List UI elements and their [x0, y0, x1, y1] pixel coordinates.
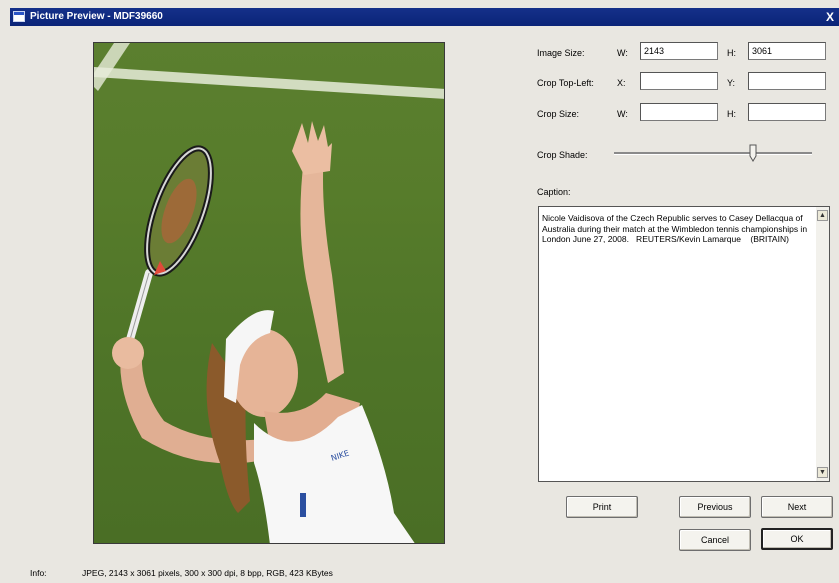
crop-shade-label: Crop Shade: — [537, 150, 588, 160]
caption-scrollbar[interactable]: ▲ ▼ — [816, 207, 829, 481]
image-height-field[interactable]: 3061 — [748, 42, 826, 60]
image-size-w-label: W: — [617, 48, 628, 58]
raised-hand — [292, 121, 332, 175]
crop-top-left-label: Crop Top-Left: — [537, 78, 594, 88]
crop-height-field[interactable] — [748, 103, 826, 121]
title-bar[interactable]: Picture Preview - MDF39660 X — [10, 8, 839, 26]
cancel-button[interactable]: Cancel — [679, 529, 751, 551]
print-button[interactable]: Print — [566, 496, 638, 518]
close-button[interactable]: X — [823, 10, 837, 24]
picture-preview-image[interactable]: NIKE — [93, 42, 445, 544]
previous-button[interactable]: Previous — [679, 496, 751, 518]
court-line-diagonal — [94, 43, 130, 91]
crop-x-label: X: — [617, 78, 626, 88]
tennis-photo: NIKE — [94, 43, 444, 543]
caption-textarea[interactable]: Nicole Vaidisova of the Czech Republic s… — [538, 206, 830, 482]
scroll-down-arrow-icon[interactable]: ▼ — [817, 467, 828, 478]
shirt-stripe — [300, 493, 306, 517]
crop-size-w-label: W: — [617, 109, 628, 119]
crop-width-field[interactable] — [640, 103, 718, 121]
image-width-field[interactable]: 2143 — [640, 42, 718, 60]
info-text: JPEG, 2143 x 3061 pixels, 300 x 300 dpi,… — [82, 568, 333, 578]
window-icon — [13, 11, 25, 22]
next-button[interactable]: Next — [761, 496, 833, 518]
crop-shade-slider-thumb[interactable] — [749, 144, 757, 162]
crop-x-field[interactable] — [640, 72, 718, 90]
crop-shade-slider-track[interactable] — [614, 152, 812, 155]
crop-size-label: Crop Size: — [537, 109, 580, 119]
caption-label: Caption: — [537, 187, 571, 197]
scroll-up-arrow-icon[interactable]: ▲ — [817, 210, 828, 221]
tennis-racket — [125, 145, 214, 347]
window-title: Picture Preview - MDF39660 — [30, 11, 163, 22]
crop-size-h-label: H: — [727, 109, 736, 119]
crop-y-field[interactable] — [748, 72, 826, 90]
picture-preview-window: Picture Preview - MDF39660 X NIKE Image … — [0, 0, 839, 583]
caption-text[interactable]: Nicole Vaidisova of the Czech Republic s… — [542, 213, 812, 245]
image-size-h-label: H: — [727, 48, 736, 58]
image-size-label: Image Size: — [537, 48, 585, 58]
ok-button[interactable]: OK — [761, 528, 833, 550]
raised-arm — [300, 153, 344, 383]
info-label: Info: — [30, 568, 47, 578]
crop-y-label: Y: — [727, 78, 736, 88]
court-line — [94, 67, 444, 99]
swinging-hand — [112, 337, 144, 369]
